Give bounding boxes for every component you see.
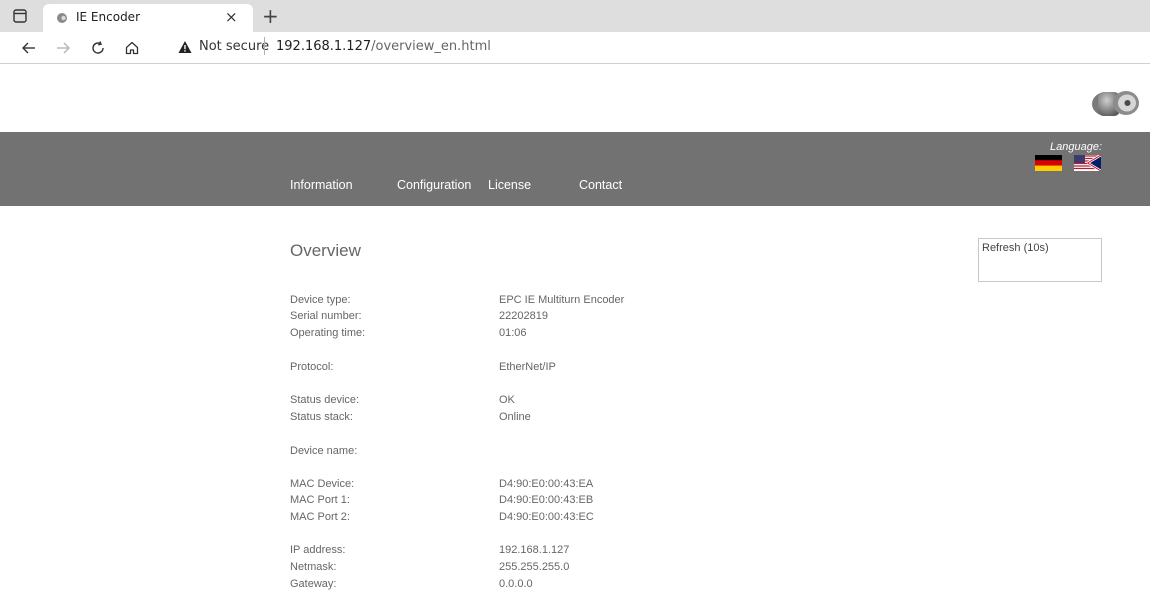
nav-contact[interactable]: Contact: [579, 178, 622, 192]
info-value: D4:90:E0:00:43:EA: [499, 478, 594, 490]
info-row-serial-number: Serial number: 22202819: [290, 310, 690, 326]
main-navbar: Information Configuration License Contac…: [0, 132, 1150, 206]
info-value: Online: [499, 411, 531, 423]
info-value: D4:90:E0:00:43:EB: [499, 494, 594, 506]
info-row-mac-port-1: MAC Port 1: D4:90:E0:00:43:EB: [290, 494, 690, 510]
info-label: Status device:: [290, 394, 360, 406]
info-value: 255.255.255.0: [499, 561, 570, 573]
info-label: Status stack:: [290, 411, 353, 423]
info-value: D4:90:E0:00:43:EC: [499, 511, 594, 523]
encoder-logo-icon: [1092, 91, 1139, 116]
nav-license[interactable]: License: [488, 178, 531, 192]
info-row-netmask: Netmask: 255.255.255.0: [290, 561, 690, 577]
nav-configuration[interactable]: Configuration: [397, 178, 471, 192]
info-row-device-name: Device name:: [290, 445, 690, 461]
tab-menu-icon[interactable]: [13, 9, 27, 23]
info-row-gateway: Gateway: 0.0.0.0: [290, 578, 690, 594]
info-value: EPC IE Multiturn Encoder: [499, 294, 625, 306]
url-host: 192.168.1.127: [276, 39, 372, 54]
flag-german-icon[interactable]: [1035, 155, 1062, 171]
info-value: 192.168.1.127: [499, 544, 570, 556]
nav-information[interactable]: Information: [290, 178, 353, 192]
info-row-device-type: Device type: EPC IE Multiturn Encoder: [290, 294, 690, 310]
url-path: /overview_en.html: [371, 39, 491, 54]
info-value: 22202819: [499, 310, 548, 322]
language-label: Language:: [1050, 141, 1102, 153]
info-label: MAC Port 2:: [290, 511, 350, 523]
info-row-mac-port-2: MAC Port 2: D4:90:E0:00:43:EC: [290, 511, 690, 527]
info-label: MAC Device:: [290, 478, 355, 490]
info-row-protocol: Protocol: EtherNet/IP: [290, 361, 690, 377]
browser-toolbar: Not secure 192.168.1.127/overview_en.htm…: [0, 32, 1150, 64]
info-label: Protocol:: [290, 361, 334, 373]
tab-title: IE Encoder: [76, 10, 140, 24]
info-label: IP address:: [290, 544, 346, 556]
refresh-box[interactable]: Refresh (10s): [978, 238, 1102, 282]
info-row-operating-time: Operating time: 01:06: [290, 327, 690, 343]
info-label: Operating time:: [290, 327, 366, 339]
flag-english-icon[interactable]: [1074, 155, 1101, 171]
info-label: Gateway:: [290, 578, 337, 590]
info-value: OK: [499, 394, 515, 406]
info-label: Device type:: [290, 294, 351, 306]
address-bar[interactable]: 192.168.1.127/overview_en.html: [276, 39, 491, 54]
forward-arrow-icon[interactable]: [55, 40, 71, 56]
back-arrow-icon[interactable]: [21, 40, 37, 56]
info-label: Netmask:: [290, 561, 337, 573]
favicon-icon: [57, 13, 67, 23]
browser-tab-strip: IE Encoder × +: [0, 0, 1150, 32]
tab-close-icon[interactable]: ×: [225, 10, 238, 25]
info-label: Device name:: [290, 445, 358, 457]
info-row-status-stack: Status stack: Online: [290, 411, 690, 427]
refresh-label: Refresh (10s): [982, 242, 1049, 254]
url-divider: [264, 37, 265, 55]
info-row-mac-device: MAC Device: D4:90:E0:00:43:EA: [290, 478, 690, 494]
browser-tab[interactable]: IE Encoder ×: [43, 4, 253, 32]
info-row-ip-address: IP address: 192.168.1.127: [290, 544, 690, 560]
home-icon[interactable]: [124, 40, 140, 56]
page-title: Overview: [290, 241, 361, 260]
security-status[interactable]: Not secure: [199, 39, 269, 54]
info-label: MAC Port 1:: [290, 494, 350, 506]
info-label: Serial number:: [290, 310, 362, 322]
info-row-status-device: Status device: OK: [290, 394, 690, 410]
info-value: EtherNet/IP: [499, 361, 556, 373]
reload-icon[interactable]: [90, 40, 106, 56]
warning-icon[interactable]: [178, 40, 192, 54]
info-value: 01:06: [499, 327, 527, 339]
info-value: 0.0.0.0: [499, 578, 533, 590]
new-tab-icon[interactable]: +: [262, 6, 279, 26]
